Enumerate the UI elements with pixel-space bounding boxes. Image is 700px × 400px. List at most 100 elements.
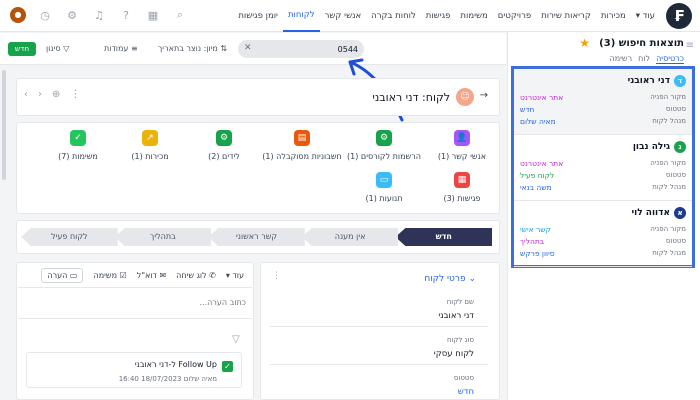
columns-icon: ≡ bbox=[130, 44, 138, 53]
filter-icon: ▽ bbox=[63, 44, 70, 53]
nav-item-tasks[interactable]: משימות bbox=[455, 0, 492, 32]
card-name: גילה נבון bbox=[632, 142, 670, 152]
columns-button[interactable]: עמודות ≡ bbox=[104, 44, 138, 53]
chevron-right-icon[interactable]: › bbox=[38, 89, 42, 100]
nav-item-customers[interactable]: לקוחות bbox=[282, 0, 320, 32]
card-field-row: מקור הפניה אתר אינטרנט bbox=[520, 159, 686, 168]
card-field-value[interactable]: אתר אינטרנט bbox=[520, 159, 563, 168]
related-tile[interactable]: ▤ חשבוניות מסוקבלה (1) bbox=[257, 130, 347, 161]
record-navigation: ‹ › ⊕ ⋮ bbox=[24, 89, 80, 100]
settings-icon[interactable]: ⚙ bbox=[64, 7, 80, 23]
search-icon[interactable]: ⌕ bbox=[172, 7, 188, 23]
stage-step[interactable]: בתהליך bbox=[114, 228, 212, 246]
list-menu-icon[interactable]: ≡ bbox=[686, 40, 694, 51]
tab-call-log[interactable]: ✆ לוג שיחה bbox=[176, 271, 216, 280]
tile-label: משימות (7) bbox=[58, 152, 98, 161]
nav-item-meetings[interactable]: פגישות bbox=[421, 0, 456, 32]
tile-icon: 👤 bbox=[454, 130, 470, 146]
card-field-value[interactable]: מאיה שלום bbox=[520, 117, 556, 126]
field-value[interactable]: דני ראובני bbox=[438, 311, 474, 321]
card-field-value[interactable]: משה בנאי bbox=[520, 183, 552, 192]
more-options-icon[interactable]: ⋮ bbox=[70, 89, 80, 100]
tab-task[interactable]: ☑ משימה bbox=[93, 271, 126, 280]
nav-item-more[interactable]: עוד ▾ bbox=[631, 0, 660, 32]
followup-title: Follow Up ל-דני ראובני bbox=[134, 360, 217, 369]
nav-item-dashboards[interactable]: לוחות בקרה bbox=[366, 0, 421, 32]
result-card[interactable]: ג גילה נבון מקור הפניה אתר אינטרנט סטטוס לקוח… bbox=[514, 135, 692, 201]
note-input[interactable] bbox=[24, 294, 246, 310]
tile-label: אנשי קשר (1) bbox=[437, 152, 487, 161]
related-tile[interactable]: ▭ תנועות (1) bbox=[339, 172, 429, 203]
tab-board[interactable]: לוח bbox=[638, 54, 650, 64]
card-field-value[interactable]: בתהליך bbox=[520, 237, 544, 246]
divider bbox=[270, 364, 488, 365]
time-icon[interactable]: ◷ bbox=[37, 7, 53, 23]
checkbox-checked-icon[interactable]: ✓ bbox=[222, 361, 233, 372]
back-arrow-icon[interactable]: → bbox=[480, 90, 488, 101]
favorite-star-icon[interactable]: ★ bbox=[579, 36, 590, 50]
note-icon: ▭ bbox=[69, 271, 78, 280]
related-tile[interactable]: ⚙ הרשמות לקורסים (1) bbox=[339, 130, 429, 161]
nav-item-calendar[interactable]: יומן פגישות bbox=[233, 0, 283, 32]
card-field-row: סטטוס לקוח פעיל bbox=[520, 171, 686, 180]
pipeline-stages: חדש אין מענה קשר ראשוני בתהליך לקוח פעיל bbox=[21, 228, 492, 246]
apps-grid-icon[interactable]: ▦ bbox=[145, 7, 161, 23]
lead-title: לקוח: דני ראובני bbox=[372, 91, 450, 104]
nav-item-contacts[interactable]: אנשי קשר bbox=[320, 0, 367, 32]
result-card[interactable]: ד דני ראובני מקור הפניה אתר אינטרנט סטטוס חדש… bbox=[514, 69, 692, 135]
card-field-value[interactable]: קשר אישי bbox=[520, 225, 551, 234]
nav-item-projects[interactable]: פרויקטים bbox=[493, 0, 536, 32]
filter-icon[interactable]: ▽ bbox=[232, 334, 240, 345]
tab-email[interactable]: ✉ דוא"ל bbox=[137, 271, 166, 280]
clear-search-icon[interactable]: ✕ bbox=[244, 43, 252, 53]
result-card[interactable]: א אדווה לוי מקור הפניה קשר אישי סטטוס בתהליך מ… bbox=[514, 201, 692, 267]
related-tile[interactable]: ▦ פגישות (3) bbox=[417, 172, 507, 203]
details-section-title[interactable]: ⌄ פרטי לקוח bbox=[424, 274, 476, 284]
stage-step[interactable]: אין מענה bbox=[301, 228, 399, 246]
tab-list[interactable]: רשימה bbox=[609, 54, 632, 64]
user-avatar[interactable]: ● bbox=[10, 7, 26, 23]
scrollbar[interactable] bbox=[2, 70, 6, 180]
field-value[interactable]: לקוח עסקי bbox=[434, 349, 474, 359]
card-field-value[interactable]: חדש bbox=[520, 105, 534, 114]
email-icon: ✉ bbox=[159, 271, 167, 280]
columns-label: עמודות bbox=[104, 44, 129, 53]
app-logo[interactable]: ₣ bbox=[666, 3, 692, 29]
tab-cards[interactable]: כרטיסיה bbox=[656, 54, 684, 64]
filter-label: סינון bbox=[46, 44, 61, 53]
tile-icon: ⚙ bbox=[376, 130, 392, 146]
followup-task-card[interactable]: ✓ Follow Up ל-דני ראובני מאיה שלום 18/07… bbox=[26, 352, 242, 388]
field-value[interactable]: חדש bbox=[458, 387, 474, 397]
sort-button[interactable]: מיון: נוצר בתאריך ⇅ bbox=[158, 44, 227, 53]
card-field-label: מקור הפניה bbox=[650, 225, 686, 233]
tab-note-label: הערה bbox=[47, 271, 68, 280]
phone-icon: ✆ bbox=[209, 271, 216, 280]
notifications-icon[interactable]: ♫ bbox=[91, 7, 107, 23]
card-field-row: מנהל לקוח מאיה שלום bbox=[520, 117, 686, 126]
card-badge: ג bbox=[674, 141, 686, 153]
stage-step[interactable]: חדש bbox=[395, 228, 492, 246]
filter-button[interactable]: סינון ▽ bbox=[46, 44, 69, 53]
card-name: דני ראובני bbox=[627, 76, 670, 86]
stage-step[interactable]: לקוח פעיל bbox=[21, 228, 118, 246]
card-name: אדווה לוי bbox=[631, 208, 670, 218]
nav-item-sales[interactable]: מכירות bbox=[596, 0, 631, 32]
chevron-left-icon[interactable]: ‹ bbox=[24, 89, 28, 100]
tab-more[interactable]: עוד ▾ bbox=[226, 271, 244, 280]
nav-item-service-calls[interactable]: קריאות שירות bbox=[536, 0, 596, 32]
card-field-value[interactable]: אתר אינטרנט bbox=[520, 93, 563, 102]
stage-step[interactable]: קשר ראשוני bbox=[208, 228, 305, 246]
card-field-value[interactable]: סיוון פרקש bbox=[520, 249, 555, 258]
help-icon[interactable]: ? bbox=[118, 7, 134, 23]
add-icon[interactable]: ⊕ bbox=[52, 89, 60, 100]
related-tile[interactable]: ✓ משימות (7) bbox=[33, 130, 123, 161]
card-field-label: סטטוס bbox=[665, 237, 686, 245]
related-tile[interactable]: 👤 אנשי קשר (1) bbox=[417, 130, 507, 161]
tab-note[interactable]: ▭ הערה bbox=[41, 268, 84, 283]
card-field-value[interactable]: לקוח פעיל bbox=[520, 171, 554, 180]
details-more-icon[interactable]: ⋮ bbox=[272, 271, 281, 281]
activity-tabs: ▭ הערה ☑ משימה ✉ דוא"ל ✆ לוג שיחה עוד ▾ bbox=[41, 268, 244, 283]
sort-icon: ⇅ bbox=[220, 44, 228, 53]
new-button[interactable]: חדש bbox=[8, 42, 36, 56]
nav-more-label: עוד bbox=[642, 11, 655, 21]
